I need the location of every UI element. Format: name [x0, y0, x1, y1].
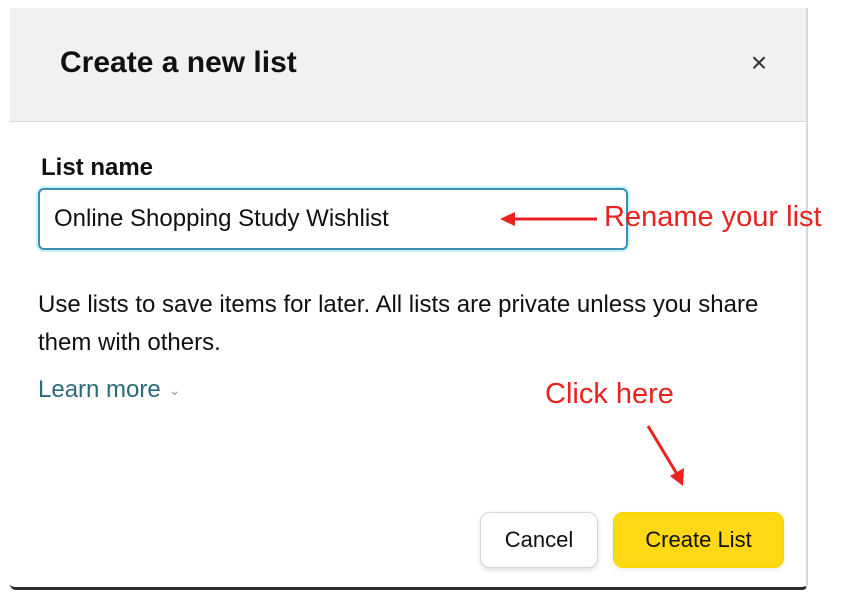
learn-more-link[interactable]: Learn more ⌄ [38, 376, 180, 404]
dialog-header: Create a new list × [10, 8, 806, 122]
create-list-button[interactable]: Create List [613, 512, 784, 568]
lists-helper-text: Use lists to save items for later. All l… [38, 291, 759, 356]
cancel-button[interactable]: Cancel [480, 512, 598, 568]
list-name-label: List name [41, 154, 154, 181]
screenshot-stage: Create a new list × List name Use lists … [0, 0, 861, 598]
dialog-title: Create a new list [60, 46, 297, 79]
create-list-dialog: Create a new list × List name Use lists … [10, 8, 808, 590]
rename-annotation: Rename your list [604, 201, 822, 233]
click-here-annotation: Click here [545, 378, 674, 410]
close-icon[interactable]: × [744, 47, 774, 78]
chevron-down-icon: ⌄ [168, 382, 181, 399]
list-name-input[interactable] [38, 188, 628, 250]
learn-more-label: Learn more [38, 376, 161, 403]
